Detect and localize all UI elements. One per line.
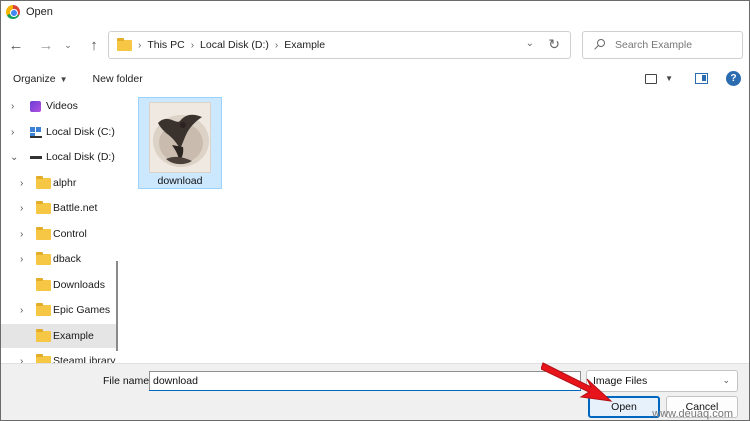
sidebar-item-label: alphr xyxy=(53,177,77,189)
drive-icon xyxy=(30,155,42,159)
sidebar-item-label: Battle.net xyxy=(53,202,98,214)
navigation-pane[interactable]: › Videos › Local Disk (C:) ⌄ Local Disk … xyxy=(1,93,118,363)
forward-arrow-icon[interactable]: → xyxy=(35,34,57,56)
caret-down-icon: ▼ xyxy=(59,75,68,84)
chevron-right-icon[interactable]: › xyxy=(11,101,14,112)
image-thumbnail xyxy=(149,102,211,173)
sidebar-item-example[interactable]: Example xyxy=(1,324,118,348)
file-name-label: File name: xyxy=(103,375,153,387)
view-tools: ▼ ? xyxy=(645,71,741,86)
folder-icon xyxy=(117,37,132,51)
sidebar-item-epic-games[interactable]: › Epic Games xyxy=(1,298,118,322)
sidebar-item-label: Example xyxy=(53,330,94,342)
breadcrumb-local-disk-d[interactable]: Local Disk (D:) xyxy=(200,39,269,51)
back-arrow-icon[interactable]: ← xyxy=(5,34,27,56)
chevron-right-icon[interactable]: › xyxy=(20,356,23,364)
address-dropdown-icon[interactable]: ⌄ xyxy=(526,38,534,49)
sidebar-item-label: Epic Games xyxy=(53,304,111,316)
sidebar-item-local-disk-c[interactable]: › Local Disk (C:) xyxy=(1,120,118,144)
sidebar-item-downloads[interactable]: Downloads xyxy=(1,273,118,297)
chevron-right-icon[interactable]: › xyxy=(138,40,141,51)
folder-icon xyxy=(36,302,51,316)
sidebar-item-videos[interactable]: › Videos xyxy=(1,94,118,118)
preview-pane-icon[interactable] xyxy=(695,73,708,84)
view-options-icon[interactable] xyxy=(645,73,658,84)
sidebar-item-label: Local Disk (D:) xyxy=(46,151,115,163)
sidebar-item-label: dback xyxy=(53,253,82,265)
sidebar-item-label: Downloads xyxy=(53,279,105,291)
file-item[interactable]: download xyxy=(138,97,222,189)
file-list[interactable]: download xyxy=(124,93,749,363)
folder-icon xyxy=(36,277,51,291)
folder-icon xyxy=(36,175,51,189)
caret-down-icon[interactable]: ▼ xyxy=(665,74,673,83)
organize-label: Organize xyxy=(13,73,56,85)
navigation-bar: ← → ⌄ ↑ › This PC › Local Disk (D:) › Ex… xyxy=(1,27,749,63)
folder-icon xyxy=(36,226,51,240)
chevron-right-icon[interactable]: › xyxy=(20,305,23,316)
chrome-icon xyxy=(6,5,20,19)
search-icon xyxy=(593,38,607,52)
breadcrumb-example[interactable]: Example xyxy=(284,39,325,51)
chevron-right-icon[interactable]: › xyxy=(20,254,23,265)
dialog-footer: File name: Image Files ⌄ Open Cancel www… xyxy=(1,363,749,420)
search-placeholder: Search Example xyxy=(615,39,693,51)
file-name-input[interactable] xyxy=(149,371,581,391)
sidebar-item-local-disk-d[interactable]: ⌄ Local Disk (D:) xyxy=(1,145,118,169)
refresh-icon[interactable]: ↻ xyxy=(548,36,560,53)
chevron-right-icon[interactable]: › xyxy=(275,40,278,51)
recent-locations-chevron-icon[interactable]: ⌄ xyxy=(61,34,75,56)
organize-button[interactable]: Organize ▼ xyxy=(13,73,68,85)
open-dialog: Open ← → ⌄ ↑ › This PC › Local Disk (D:)… xyxy=(0,0,750,421)
sidebar-item-label: Videos xyxy=(46,100,78,112)
windows-drive-icon xyxy=(30,126,42,138)
new-folder-button[interactable]: New folder xyxy=(93,73,143,85)
file-type-select[interactable]: Image Files ⌄ xyxy=(586,370,738,392)
title-bar: Open xyxy=(1,1,749,23)
file-name: download xyxy=(157,175,203,187)
sidebar-item-alphr[interactable]: › alphr xyxy=(1,171,118,195)
chevron-down-icon[interactable]: ⌄ xyxy=(722,375,730,386)
chevron-right-icon[interactable]: › xyxy=(11,127,14,138)
folder-icon xyxy=(36,353,51,363)
chevron-down-icon[interactable]: ⌄ xyxy=(10,152,18,163)
address-bar[interactable]: › This PC › Local Disk (D:) › Example ⌄ … xyxy=(108,31,571,59)
sidebar-scrollbar[interactable] xyxy=(116,261,118,351)
folder-icon xyxy=(36,200,51,214)
help-icon[interactable]: ? xyxy=(726,71,741,86)
window-title: Open xyxy=(26,6,53,18)
up-arrow-icon[interactable]: ↑ xyxy=(83,34,105,56)
watermark: www.deuaq.com xyxy=(652,408,733,420)
chevron-right-icon[interactable]: › xyxy=(20,229,23,240)
sidebar-item-control[interactable]: › Control xyxy=(1,222,118,246)
command-bar: Organize ▼ New folder ▼ ? xyxy=(1,65,749,93)
breadcrumb-this-pc[interactable]: This PC xyxy=(147,39,184,51)
sidebar-item-label: Control xyxy=(53,228,87,240)
folder-icon xyxy=(36,251,51,265)
chevron-right-icon[interactable]: › xyxy=(20,178,23,189)
chevron-right-icon[interactable]: › xyxy=(20,203,23,214)
sidebar-item-steamlibrary[interactable]: › SteamLibrary xyxy=(1,349,118,363)
sidebar-item-dback[interactable]: › dback xyxy=(1,247,118,271)
file-type-value: Image Files xyxy=(593,375,648,387)
folder-icon xyxy=(36,328,51,342)
search-box[interactable]: Search Example xyxy=(582,31,743,59)
input-focus-underline xyxy=(149,390,581,391)
sidebar-item-label: Local Disk (C:) xyxy=(46,126,115,138)
chevron-right-icon[interactable]: › xyxy=(191,40,194,51)
sidebar-item-label: SteamLibrary xyxy=(53,355,116,363)
sidebar-item-battle-net[interactable]: › Battle.net xyxy=(1,196,118,220)
open-button[interactable]: Open xyxy=(588,396,660,418)
videos-icon xyxy=(30,100,41,112)
